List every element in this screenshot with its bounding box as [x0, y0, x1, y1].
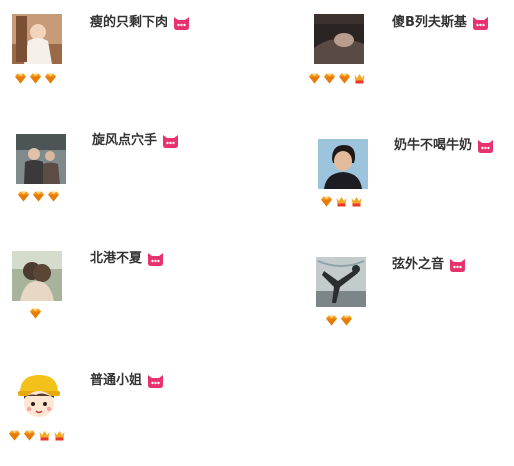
username[interactable]: 瘦的只剩下肉 [90, 15, 168, 31]
diamond-icon [32, 190, 45, 203]
diamond-icon [338, 72, 351, 85]
badge-row [14, 71, 57, 85]
user-card: 北港不夏 [8, 246, 248, 346]
diamond-icon [23, 429, 36, 442]
diamond-icon [340, 314, 353, 327]
crown-icon [350, 195, 363, 208]
diamond-icon [17, 190, 30, 203]
badge-row [320, 194, 363, 208]
user-avatar[interactable] [14, 371, 64, 421]
crown-icon [335, 195, 348, 208]
diamond-icon [29, 72, 42, 85]
cat-face-icon[interactable] [162, 133, 179, 149]
user-avatar[interactable] [16, 134, 66, 184]
user-avatar[interactable] [314, 14, 364, 64]
user-card: 傻B列夫斯基 [306, 10, 514, 110]
diamond-icon [47, 190, 60, 203]
diamond-icon [29, 307, 42, 320]
user-card: 奶牛不喝牛奶 [306, 130, 514, 230]
cat-face-icon[interactable] [449, 257, 466, 273]
username[interactable]: 旋风点穴手 [92, 133, 157, 149]
badge-row [325, 313, 353, 327]
diamond-icon [323, 72, 336, 85]
user-card: 弦外之音 [306, 250, 514, 350]
crown-icon [353, 72, 366, 85]
crown-icon [53, 429, 66, 442]
badge-row [308, 71, 366, 85]
cat-face-icon[interactable] [173, 15, 190, 31]
diamond-icon [325, 314, 338, 327]
name-row: 瘦的只剩下肉 [90, 15, 190, 31]
user-avatar[interactable] [12, 251, 62, 301]
user-card: 瘦的只剩下肉 [8, 10, 248, 110]
diamond-icon [14, 72, 27, 85]
username[interactable]: 傻B列夫斯基 [392, 15, 467, 31]
crown-icon [38, 429, 51, 442]
user-card: 旋风点穴手 [8, 128, 248, 228]
name-row: 傻B列夫斯基 [392, 15, 489, 31]
badge-row [29, 306, 42, 320]
username[interactable]: 普通小姐 [90, 373, 142, 389]
badge-row [8, 428, 66, 442]
user-card: 普通小姐 [8, 366, 248, 466]
user-avatar[interactable] [318, 139, 368, 189]
name-row: 旋风点穴手 [92, 133, 179, 149]
username[interactable]: 北港不夏 [90, 251, 142, 267]
diamond-icon [308, 72, 321, 85]
name-row: 弦外之音 [392, 257, 466, 273]
name-row: 北港不夏 [90, 251, 164, 267]
badge-row [17, 189, 60, 203]
cat-face-icon[interactable] [147, 251, 164, 267]
name-row: 普通小姐 [90, 373, 164, 389]
diamond-icon [8, 429, 21, 442]
name-row: 奶牛不喝牛奶 [394, 138, 494, 154]
diamond-icon [44, 72, 57, 85]
user-avatar[interactable] [316, 257, 366, 307]
diamond-icon [320, 195, 333, 208]
username[interactable]: 弦外之音 [392, 257, 444, 273]
cat-face-icon[interactable] [472, 15, 489, 31]
username[interactable]: 奶牛不喝牛奶 [394, 138, 472, 154]
user-avatar[interactable] [12, 14, 62, 64]
cat-face-icon[interactable] [477, 138, 494, 154]
cat-face-icon[interactable] [147, 373, 164, 389]
